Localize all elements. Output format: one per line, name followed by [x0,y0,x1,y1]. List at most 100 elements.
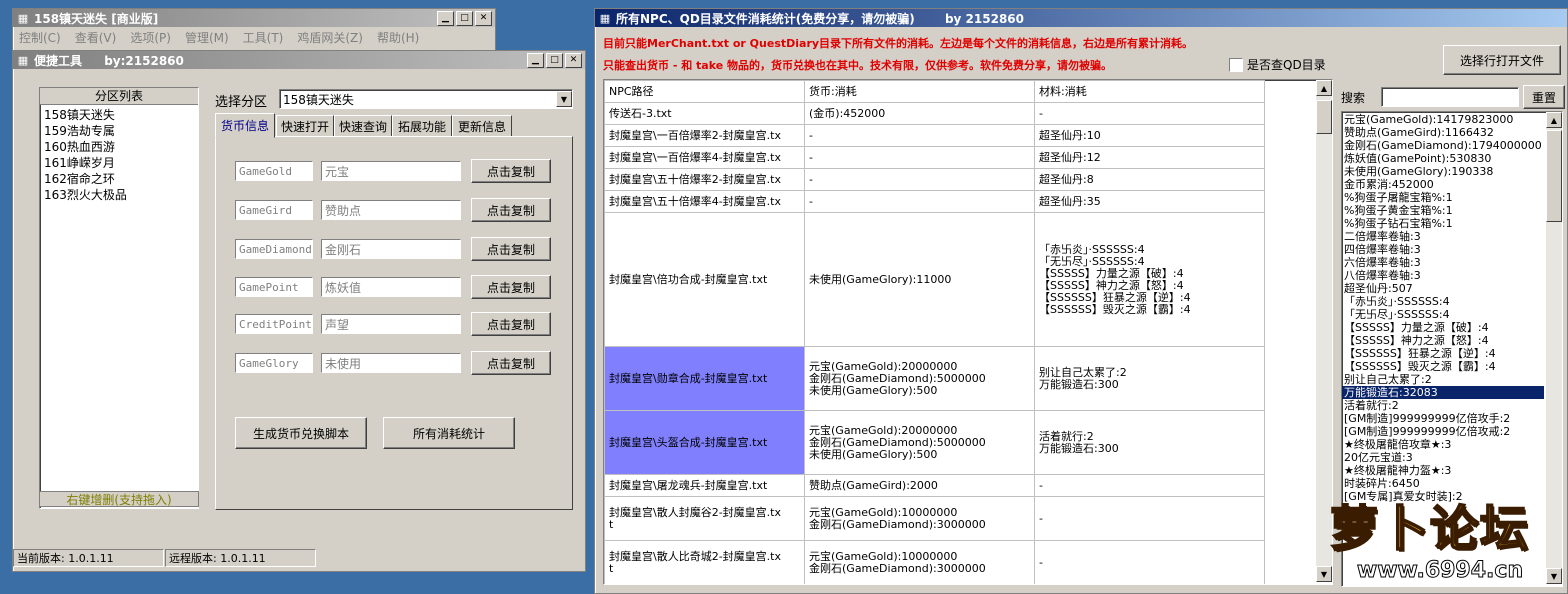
currency-name-field[interactable]: 元宝 [321,161,461,181]
menu-manage[interactable]: 管理(M) [185,29,229,46]
main-window-titlebar[interactable]: ▦ 158镇天迷失 [商业版] ▁ □ ✕ [13,9,495,27]
totals-item[interactable]: 超圣仙丹:507 [1342,282,1544,295]
generate-script-button[interactable]: 生成货币兑换脚本 [235,417,367,449]
table-row[interactable]: 封魔皇宫\散人封魔谷2-封魔皇宫.tx t 元宝(GameGold):100000… [604,496,1265,541]
totals-item[interactable]: 二倍爆率卷轴:3 [1342,230,1544,243]
currency-code-field[interactable]: GameGird [235,200,313,220]
totals-item[interactable]: 【SSSSSS】狂暴之源【逆】:4 [1342,347,1544,360]
consumption-table[interactable]: NPC路径 货币:消耗 材料:消耗 传送石-3.txt (金币):452000- 封… [603,79,1333,585]
totals-item[interactable]: %狗蛋子屠龍宝箱%:1 [1342,191,1544,204]
currency-code-field[interactable]: GameGlory [235,353,313,373]
tab-currency-info[interactable]: 货币信息 [215,113,275,138]
tab-quick-query[interactable]: 快速查询 [334,115,392,137]
region-item[interactable]: 161峥嵘岁月 [44,155,194,171]
totals-item[interactable]: ★终极屠龍倍攻章★:3 [1342,438,1544,451]
stats-window-titlebar[interactable]: ▦ 所有NPC、QD目录文件消耗统计(免费分享，请勿被骗) by 2152860 [595,9,1567,27]
currency-name-field[interactable]: 声望 [321,314,461,334]
table-row[interactable]: 封魔皇宫\头盔合成-封魔皇宫.txt 元宝(GameGold):20000000 … [604,410,1265,475]
menu-help[interactable]: 帮助(H) [377,29,419,46]
region-item[interactable]: 162宿命之环 [44,171,194,187]
qd-checkbox[interactable]: 是否查QD目录 [1229,56,1326,73]
menu-gateway[interactable]: 鸡盾网关(Z) [297,29,363,46]
currency-name-field[interactable]: 炼妖值 [321,277,461,297]
copy-button[interactable]: 点击复制 [471,351,551,375]
totals-item[interactable]: ★终极屠龍神力盔★:3 [1342,464,1544,477]
scroll-thumb[interactable] [1546,130,1562,222]
region-item[interactable]: 159浩劫专属 [44,123,194,139]
table-row[interactable]: 封魔皇宫\勋章合成-封魔皇宫.txt 元宝(GameGold):20000000 … [604,346,1265,411]
close-button[interactable]: ✕ [475,10,492,26]
table-row[interactable]: 封魔皇宫\五十倍爆率4-封魔皇宫.tx - 超圣仙丹:35 [604,190,1265,213]
totals-item[interactable]: %狗蛋子钻石宝箱%:1 [1342,217,1544,230]
region-item[interactable]: 160热血西游 [44,139,194,155]
close-button[interactable]: ✕ [565,52,582,68]
totals-item[interactable]: [GM制造]999999999亿倍攻手:2 [1342,412,1544,425]
tab-extensions[interactable]: 拓展功能 [392,115,452,137]
totals-item[interactable]: 【SSSSS】力量之源【破】:4 [1342,321,1544,334]
totals-item[interactable]: 别让自己太累了:2 [1342,373,1544,386]
totals-item[interactable]: 【SSSSS】神力之源【怒】:4 [1342,334,1544,347]
copy-button[interactable]: 点击复制 [471,159,551,183]
menu-options[interactable]: 选项(P) [130,29,171,46]
scroll-thumb[interactable] [1316,100,1332,134]
totals-item[interactable]: 20亿元宝道:3 [1342,451,1544,464]
minimize-button[interactable]: ▁ [437,10,454,26]
currency-code-field[interactable]: GameGold [235,161,313,181]
scroll-up-icon[interactable]: ▲ [1316,80,1332,96]
totals-item[interactable]: %狗蛋子黄金宝箱%:1 [1342,204,1544,217]
menu-control[interactable]: 控制(C) [19,29,61,46]
totals-item[interactable]: 赞助点(GameGird):1166432 [1342,126,1544,139]
copy-button[interactable]: 点击复制 [471,275,551,299]
totals-item[interactable]: 四倍爆率卷轴:3 [1342,243,1544,256]
currency-code-field[interactable]: GameDiamond [235,239,313,259]
table-header[interactable]: 材料:消耗 [1034,80,1265,103]
totals-item[interactable]: 「赤卐炎」·SSSSSS:4 [1342,295,1544,308]
table-row[interactable]: 封魔皇宫\散人比奇城2-封魔皇宫.tx t 元宝(GameGold):100000… [604,540,1265,584]
totals-item[interactable]: 【SSSSSS】毁灭之源【霸】:4 [1342,360,1544,373]
totals-item[interactable]: 「无卐尽」·SSSSSS:4 [1342,308,1544,321]
table-row[interactable]: 传送石-3.txt (金币):452000- [604,102,1265,125]
region-list[interactable]: 分区列表 158镇天迷失 159浩劫专属 160热血西游 161峥嵘岁月 162… [39,87,199,509]
maximize-button[interactable]: □ [456,10,473,26]
tab-updates[interactable]: 更新信息 [452,115,512,137]
totals-item[interactable]: 六倍爆率卷轴:3 [1342,256,1544,269]
copy-button[interactable]: 点击复制 [471,237,551,261]
copy-button[interactable]: 点击复制 [471,312,551,336]
table-header[interactable]: NPC路径 [604,80,805,103]
totals-item[interactable]: 金刚石(GameDiamond):1794000000 [1342,139,1544,152]
region-select[interactable]: 158镇天迷失 ▼ [279,89,573,109]
tab-quick-open[interactable]: 快速打开 [276,115,334,137]
currency-code-field[interactable]: GamePoint [235,277,313,297]
totals-item[interactable]: 未使用(GameGlory):190338 [1342,165,1544,178]
totals-item[interactable]: 炼妖值(GamePoint):530830 [1342,152,1544,165]
totals-item[interactable]: 万能锻造石:32083 [1342,386,1544,399]
table-header[interactable]: 货币:消耗 [804,80,1035,103]
chevron-down-icon[interactable]: ▼ [556,91,572,107]
totals-item[interactable]: 活着就行:2 [1342,399,1544,412]
checkbox-box[interactable] [1229,57,1243,72]
region-item[interactable]: 163烈火大极品 [44,187,194,203]
open-file-button[interactable]: 选择行打开文件 [1443,45,1561,75]
currency-name-field[interactable]: 金刚石 [321,239,461,259]
totals-item[interactable]: 八倍爆率卷轴:3 [1342,269,1544,282]
menu-view[interactable]: 查看(V) [75,29,117,46]
scroll-up-icon[interactable]: ▲ [1546,112,1562,128]
search-input[interactable] [1381,87,1519,107]
totals-item[interactable]: 金币累消:452000 [1342,178,1544,191]
currency-name-field[interactable]: 未使用 [321,353,461,373]
table-row[interactable]: 封魔皇宫\一百倍爆率2-封魔皇宫.tx - 超圣仙丹:10 [604,124,1265,147]
menu-tools[interactable]: 工具(T) [243,29,284,46]
table-row[interactable]: 封魔皇宫\倍功合成-封魔皇宫.txt 未使用(GameGlory):11000 「赤… [604,212,1265,347]
all-stats-button[interactable]: 所有消耗统计 [383,417,515,449]
totals-item[interactable]: 元宝(GameGold):14179823000 [1342,113,1544,126]
table-row[interactable]: 封魔皇宫\五十倍爆率2-封魔皇宫.tx - 超圣仙丹:8 [604,168,1265,191]
minimize-button[interactable]: ▁ [527,52,544,68]
tool-window-titlebar[interactable]: ▦ 便捷工具 by:2152860 ▁ □ ✕ [13,51,585,69]
totals-item[interactable]: 时装碎片:6450 [1342,477,1544,490]
table-row[interactable]: 封魔皇宫\一百倍爆率4-封魔皇宫.tx - 超圣仙丹:12 [604,146,1265,169]
copy-button[interactable]: 点击复制 [471,198,551,222]
region-item[interactable]: 158镇天迷失 [44,107,194,123]
table-row[interactable]: 封魔皇宫\屠龙魂兵-封魔皇宫.txt 赞助点(GameGird):2000- [604,474,1265,497]
reset-button[interactable]: 重置 [1523,85,1565,109]
totals-item[interactable]: [GM制造]999999999亿倍攻戒:2 [1342,425,1544,438]
